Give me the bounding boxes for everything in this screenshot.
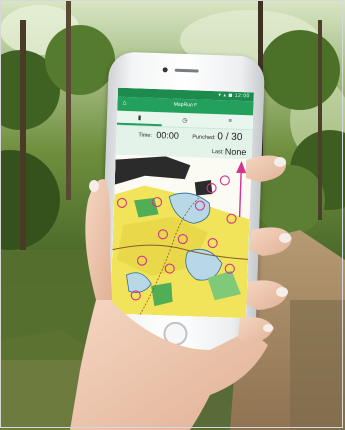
last-label: Last: — [211, 149, 224, 156]
front-camera — [162, 67, 168, 73]
orienteering-map[interactable] — [110, 154, 252, 319]
tab-timer[interactable]: ◷ — [162, 112, 208, 128]
smartphone: ▾ ▴ ◼ 12:00 ⌂ MapRun F ▮ ◷ ≡ Time: 00:00 — [98, 51, 266, 357]
status-icons: ▾ ▴ ◼ 12:00 — [218, 92, 250, 100]
tab-settings[interactable]: ≡ — [207, 114, 253, 130]
punched-label: Punched: — [192, 134, 216, 142]
last-value: None — [224, 146, 247, 158]
app-title: MapRun F — [173, 101, 198, 109]
clock-icon: ◷ — [182, 117, 188, 124]
time-value: 00:00 — [156, 130, 180, 141]
punched-value: 0 / 30 — [217, 131, 243, 144]
phone-screen: ▾ ▴ ◼ 12:00 ⌂ MapRun F ▮ ◷ ≡ Time: 00:00 — [110, 87, 254, 319]
forest-photo-scene: ▾ ▴ ◼ 12:00 ⌂ MapRun F ▮ ◷ ≡ Time: 00:00 — [0, 0, 345, 430]
map-icon: ▮ — [137, 114, 142, 122]
tab-map[interactable]: ▮ — [116, 110, 163, 127]
settings-icon: ≡ — [228, 118, 233, 125]
time-label: Time: — [138, 132, 153, 139]
earpiece-speaker — [174, 68, 199, 73]
map-graphic — [110, 154, 252, 319]
phone-home-button[interactable] — [163, 321, 188, 347]
